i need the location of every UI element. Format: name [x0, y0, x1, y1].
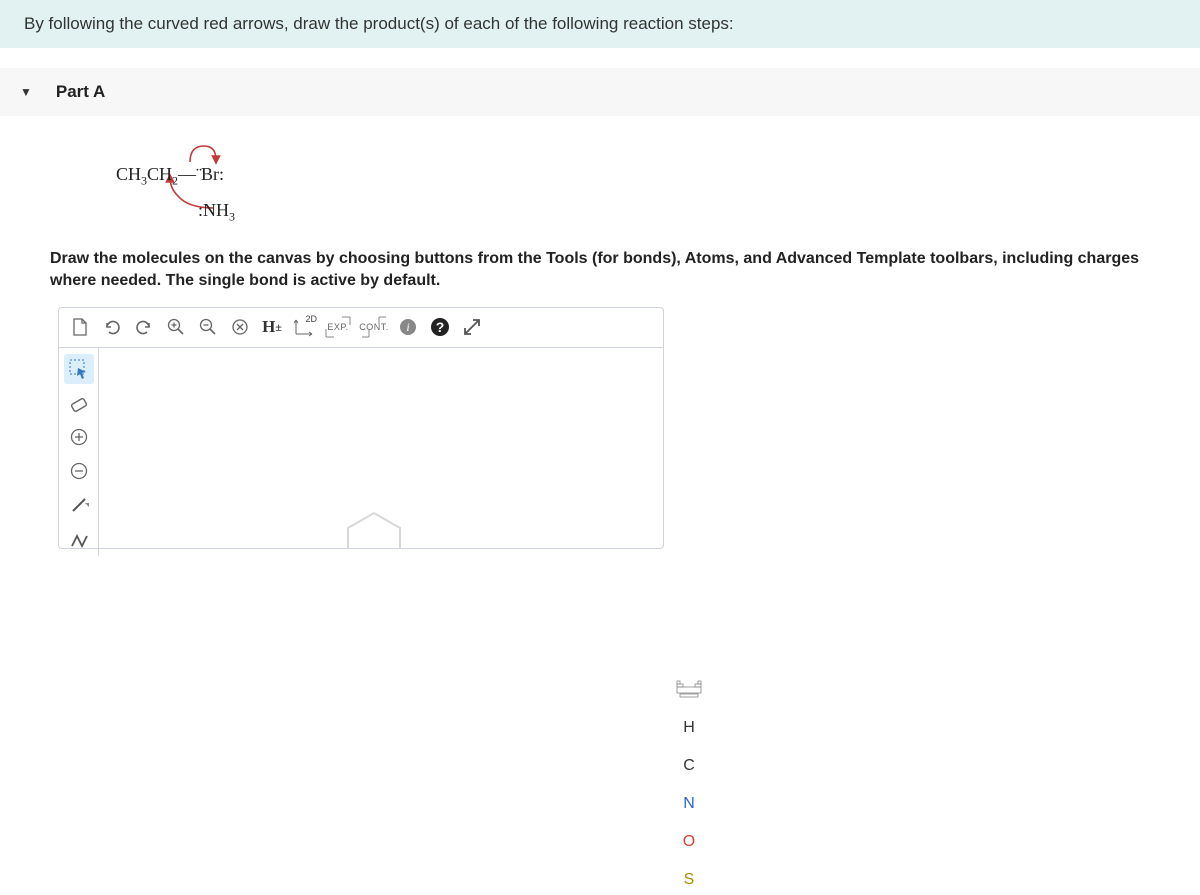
expand-button[interactable]: EXP.	[321, 312, 355, 342]
part-header[interactable]: ▼ Part A	[0, 68, 1200, 116]
drawing-canvas[interactable]	[99, 348, 663, 548]
undo-button[interactable]	[97, 312, 127, 342]
fullscreen-button[interactable]	[457, 312, 487, 342]
nucleophile-formula: :NH3	[198, 200, 235, 225]
content-area: CH3CH2—¨Br: :NH3 Draw the molecules on t…	[0, 116, 1200, 549]
top-toolbar: H± 2D EXP.	[59, 308, 663, 348]
redo-button[interactable]	[129, 312, 159, 342]
info-button[interactable]: i	[393, 312, 423, 342]
reaction-diagram: CH3CH2—¨Br: :NH3	[116, 142, 316, 222]
atom-n-button[interactable]: N	[674, 789, 704, 819]
contract-button[interactable]: CONT.	[357, 312, 391, 342]
atom-h-button[interactable]: H	[674, 713, 704, 743]
add-charge-negative-button[interactable]	[64, 456, 94, 486]
left-toolbar	[59, 348, 99, 556]
benzene-template-icon	[339, 508, 409, 548]
hydrogen-toggle-button[interactable]: H±	[257, 312, 287, 342]
svg-text:i: i	[406, 320, 409, 334]
svg-text:?: ?	[436, 319, 445, 335]
add-charge-positive-button[interactable]	[64, 422, 94, 452]
marquee-select-button[interactable]	[64, 354, 94, 384]
delete-button[interactable]	[225, 312, 255, 342]
zoom-out-button[interactable]	[193, 312, 223, 342]
periodic-table-button[interactable]	[674, 677, 704, 701]
eraser-button[interactable]	[64, 388, 94, 418]
new-document-button[interactable]	[65, 312, 95, 342]
collapse-caret-icon[interactable]: ▼	[20, 85, 32, 99]
molecule-editor: H± 2D EXP.	[58, 307, 664, 549]
atom-c-button[interactable]: C	[674, 751, 704, 781]
atom-s-button[interactable]: S	[674, 865, 704, 895]
atom-toolbar: H C N O S	[672, 677, 706, 895]
reactant-formula: CH3CH2—¨Br:	[116, 164, 224, 189]
2d-view-button[interactable]: 2D	[289, 312, 319, 342]
instruction-text: By following the curved red arrows, draw…	[24, 14, 734, 33]
part-label: Part A	[56, 82, 105, 102]
zoom-in-button[interactable]	[161, 312, 191, 342]
single-bond-button[interactable]	[64, 490, 94, 520]
atom-o-button[interactable]: O	[674, 827, 704, 857]
help-button[interactable]: ?	[425, 312, 455, 342]
double-bond-button[interactable]	[64, 524, 94, 554]
sub-instruction: Draw the molecules on the canvas by choo…	[50, 248, 1150, 293]
instruction-banner: By following the curved red arrows, draw…	[0, 0, 1200, 48]
